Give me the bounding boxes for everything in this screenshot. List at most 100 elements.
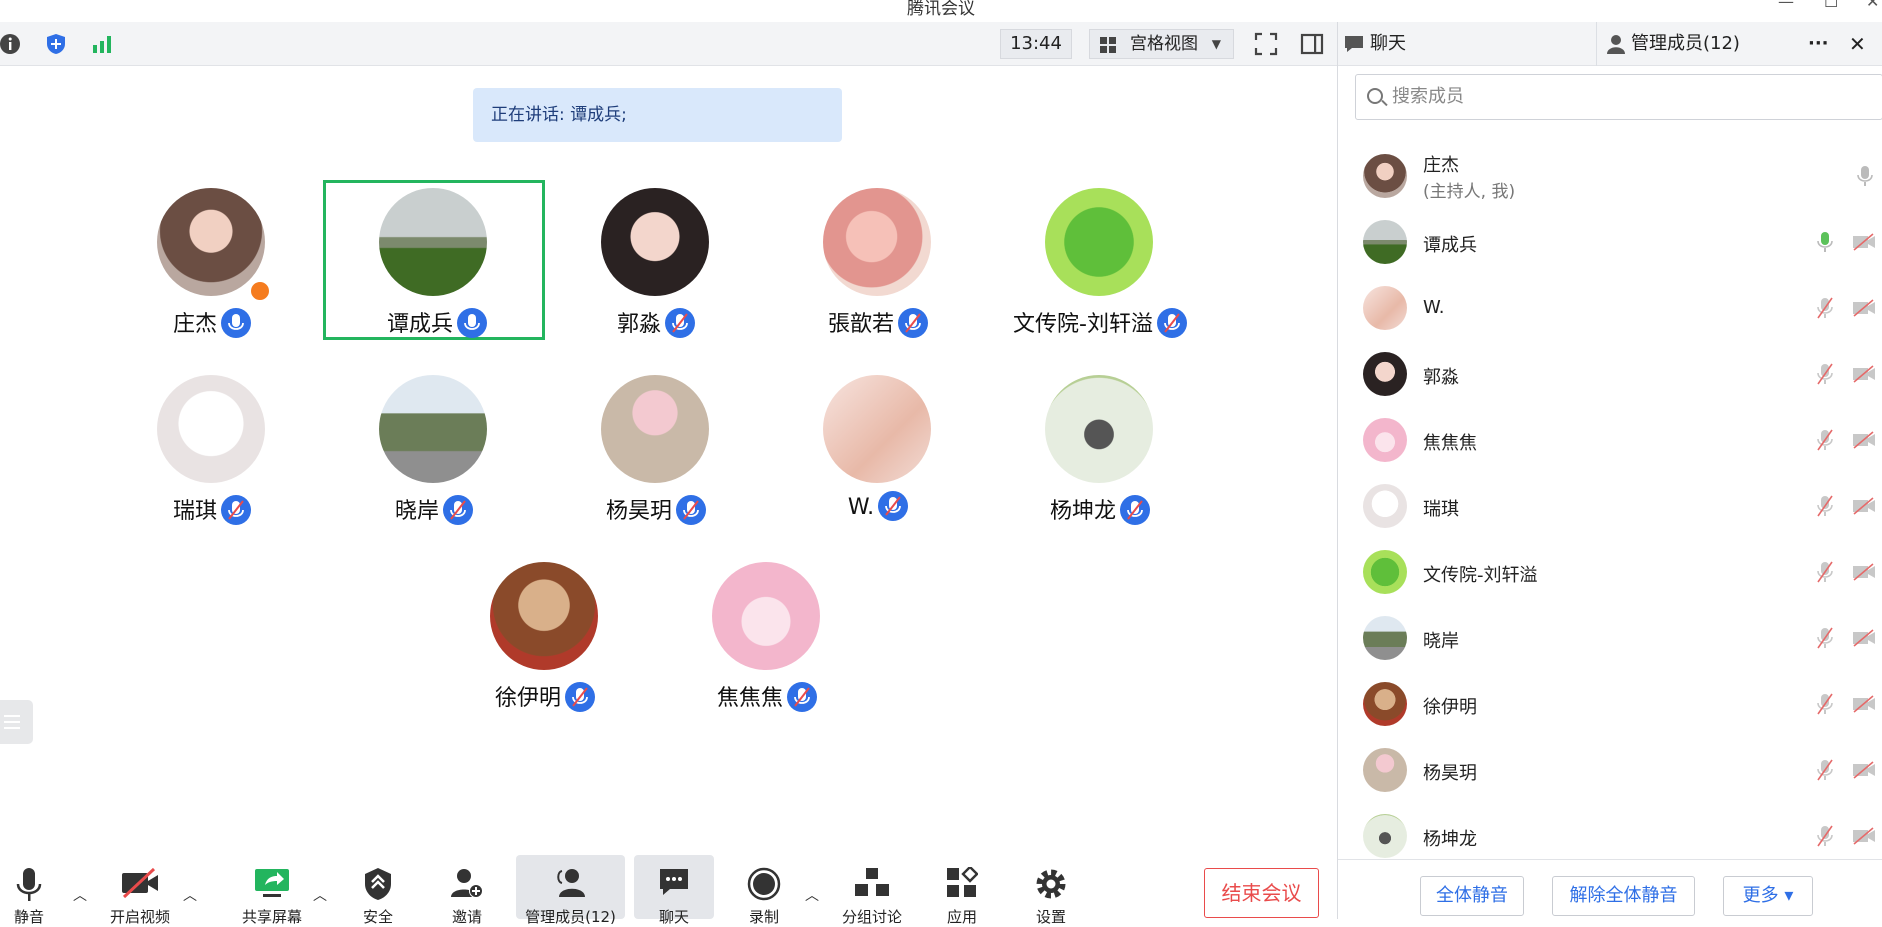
- avatar: [1363, 484, 1407, 528]
- unmute-all-button[interactable]: 解除全体静音: [1552, 876, 1695, 916]
- video-off-icon[interactable]: [1852, 695, 1876, 713]
- grid-icon: [1100, 37, 1116, 53]
- chat-button[interactable]: 聊天: [634, 855, 714, 926]
- video-off-icon[interactable]: [1852, 629, 1876, 647]
- floating-menu-button[interactable]: [0, 700, 33, 744]
- close-icon[interactable]: ✕: [1849, 22, 1866, 66]
- search-input[interactable]: 搜索成员: [1355, 74, 1882, 120]
- video-off-icon[interactable]: [1852, 563, 1876, 581]
- microphone-muted-icon[interactable]: [1816, 297, 1834, 319]
- member-row[interactable]: W.: [1338, 275, 1882, 341]
- member-name: 焦焦焦: [1423, 433, 1477, 454]
- microphone-muted-icon[interactable]: [1816, 825, 1834, 847]
- share-screen-button[interactable]: 共享屏幕: [232, 855, 312, 926]
- fullscreen-icon[interactable]: [1254, 32, 1278, 56]
- chevron-up-icon[interactable]: ︿: [73, 885, 87, 905]
- member-row[interactable]: 谭成兵: [1338, 209, 1882, 275]
- microphone-active-icon[interactable]: [1816, 231, 1834, 253]
- avatar: [601, 188, 709, 296]
- chevron-up-icon[interactable]: ︿: [183, 885, 197, 905]
- member-row[interactable]: 庄杰 (主持人, 我): [1338, 143, 1882, 209]
- close-window-icon[interactable]: ✕: [1866, 0, 1879, 11]
- video-off-icon: [122, 867, 158, 899]
- video-off-icon[interactable]: [1852, 365, 1876, 383]
- mute-label: 静音: [13, 908, 44, 926]
- info-icon[interactable]: [0, 32, 22, 56]
- more-options-icon[interactable]: ···: [1808, 22, 1829, 66]
- mic-muted-icon[interactable]: [676, 495, 706, 525]
- manage-members-button[interactable]: 管理成员(12): [516, 855, 625, 926]
- participant-tile[interactable]: 晓岸: [323, 367, 545, 527]
- participant-tile-active[interactable]: 谭成兵: [323, 180, 545, 340]
- mute-all-button[interactable]: 全体静音: [1420, 876, 1524, 916]
- breakout-label: 分组讨论: [841, 908, 902, 926]
- participant-tile[interactable]: 郭淼: [545, 180, 767, 340]
- microphone-icon[interactable]: [1856, 165, 1874, 187]
- participant-tile[interactable]: 張歆若: [767, 180, 989, 340]
- member-row[interactable]: 晓岸: [1338, 605, 1882, 671]
- mic-muted-icon[interactable]: [221, 495, 251, 525]
- mic-muted-icon[interactable]: [787, 682, 817, 712]
- video-off-icon[interactable]: [1852, 431, 1876, 449]
- microphone-muted-icon[interactable]: [1816, 429, 1834, 451]
- apps-button[interactable]: 应用: [931, 855, 993, 926]
- mute-button[interactable]: 静音: [0, 855, 58, 926]
- participant-tile[interactable]: 庄杰: [101, 180, 323, 340]
- sidebar-toggle-icon[interactable]: [1300, 32, 1324, 56]
- member-row[interactable]: 郭淼: [1338, 341, 1882, 407]
- tab-manage-members[interactable]: 管理成员(12): [1631, 22, 1740, 66]
- chevron-up-icon[interactable]: ︿: [805, 885, 819, 905]
- microphone-muted-icon[interactable]: [1816, 363, 1834, 385]
- participant-tile[interactable]: W.: [767, 367, 989, 527]
- microphone-muted-icon[interactable]: [1816, 759, 1834, 781]
- member-name: 谭成兵: [1423, 235, 1477, 256]
- microphone-muted-icon[interactable]: [1816, 627, 1834, 649]
- video-off-icon[interactable]: [1852, 497, 1876, 515]
- more-button[interactable]: 更多 ▾: [1723, 876, 1813, 916]
- shield-icon[interactable]: [44, 32, 68, 56]
- settings-button[interactable]: 设置: [1020, 855, 1082, 926]
- microphone-muted-icon[interactable]: [1816, 495, 1834, 517]
- user-icon: [1607, 35, 1625, 54]
- maximize-icon[interactable]: ☐: [1824, 0, 1838, 11]
- video-off-icon[interactable]: [1852, 233, 1876, 251]
- member-row[interactable]: 徐伊明: [1338, 671, 1882, 737]
- member-row[interactable]: 文传院-刘轩溢: [1338, 539, 1882, 605]
- microphone-muted-icon[interactable]: [1816, 561, 1834, 583]
- security-button[interactable]: 安全: [347, 855, 409, 926]
- video-button[interactable]: 开启视频: [100, 855, 180, 926]
- chevron-up-icon[interactable]: ︿: [313, 885, 327, 905]
- tab-chat[interactable]: 聊天: [1370, 22, 1406, 66]
- mic-muted-icon[interactable]: [898, 308, 928, 338]
- participant-tile[interactable]: 焦焦焦: [656, 554, 878, 714]
- mic-on-icon[interactable]: [457, 308, 487, 338]
- breakout-button[interactable]: 分组讨论: [832, 855, 912, 926]
- invite-button[interactable]: 邀请: [436, 855, 498, 926]
- member-row[interactable]: 瑞琪: [1338, 473, 1882, 539]
- video-off-icon[interactable]: [1852, 761, 1876, 779]
- mic-muted-icon[interactable]: [443, 495, 473, 525]
- mic-muted-icon[interactable]: [565, 682, 595, 712]
- participant-tile[interactable]: 徐伊明: [434, 554, 656, 714]
- participant-tile[interactable]: 瑞琪: [101, 367, 323, 527]
- chat-icon: [660, 869, 688, 895]
- end-meeting-button[interactable]: 结束会议: [1204, 868, 1319, 918]
- participant-tile[interactable]: 文传院-刘轩溢: [989, 180, 1211, 340]
- mic-muted-icon[interactable]: [878, 491, 909, 521]
- mic-on-icon[interactable]: [221, 308, 251, 338]
- mic-muted-icon[interactable]: [665, 308, 695, 338]
- minimize-icon[interactable]: —: [1778, 0, 1794, 11]
- mic-muted-icon[interactable]: [1120, 495, 1150, 525]
- member-row[interactable]: 焦焦焦: [1338, 407, 1882, 473]
- record-button[interactable]: 录制: [733, 855, 795, 926]
- participant-tile[interactable]: 杨坤龙: [989, 367, 1211, 527]
- microphone-muted-icon[interactable]: [1816, 693, 1834, 715]
- signal-icon[interactable]: [90, 32, 114, 56]
- view-mode-dropdown[interactable]: 宫格视图 ▼: [1089, 29, 1234, 59]
- member-row[interactable]: 杨昊玥: [1338, 737, 1882, 803]
- participant-tile[interactable]: 杨昊玥: [545, 367, 767, 527]
- video-off-icon[interactable]: [1852, 299, 1876, 317]
- mic-muted-icon[interactable]: [1156, 308, 1187, 338]
- record-label: 录制: [748, 908, 779, 926]
- video-off-icon[interactable]: [1852, 827, 1876, 845]
